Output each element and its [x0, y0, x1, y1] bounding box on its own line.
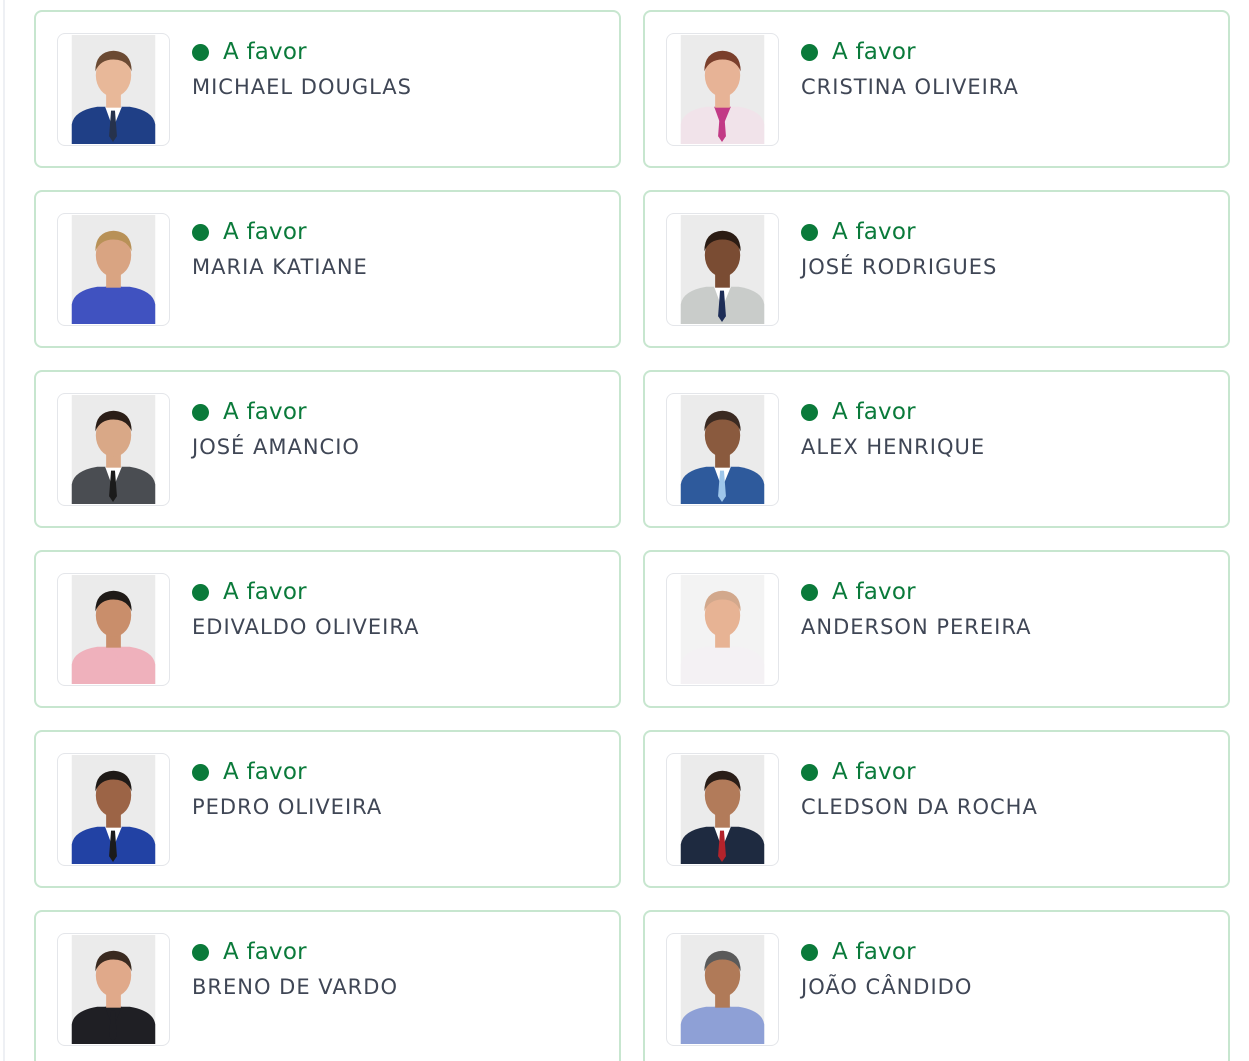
councillor-card[interactable]: A favor MICHAEL DOUGLAS [34, 10, 621, 168]
vote-status: A favor [801, 578, 916, 606]
councillor-card[interactable]: A favor CRISTINA OLIVEIRA [643, 10, 1230, 168]
portrait-avatar-icon [680, 394, 765, 505]
status-dot-icon [801, 43, 818, 61]
councillor-card[interactable]: A favor JOSÉ AMANCIO [34, 370, 621, 528]
status-dot-icon [801, 763, 818, 781]
vote-status: A favor [192, 38, 307, 66]
councillor-card[interactable]: A favor CLEDSON DA ROCHA [643, 730, 1230, 888]
councillor-card[interactable]: A favor ALEX HENRIQUE [643, 370, 1230, 528]
vote-status-label: A favor [832, 39, 916, 65]
councillor-name: CLEDSON DA ROCHA [801, 795, 1038, 819]
councillor-photo [666, 933, 779, 1046]
councillor-photo [57, 213, 170, 326]
portrait-avatar-icon [71, 934, 156, 1045]
portrait-avatar-icon [71, 754, 156, 865]
status-dot-icon [192, 763, 209, 781]
councillor-name: MARIA KATIANE [192, 255, 368, 279]
portrait-avatar-icon [680, 574, 765, 685]
vote-status: A favor [192, 758, 307, 786]
status-dot-icon [801, 403, 818, 421]
councillor-name: ALEX HENRIQUE [801, 435, 986, 459]
councillor-name: BRENO DE VARDO [192, 975, 398, 999]
councillor-name: CRISTINA OLIVEIRA [801, 75, 1019, 99]
status-dot-icon [192, 943, 209, 961]
portrait-avatar-icon [71, 574, 156, 685]
vote-status: A favor [801, 38, 916, 66]
vote-results-page: A favor MICHAEL DOUGLAS A favor CRISTINA OL… [0, 0, 1249, 1061]
left-divider [3, 0, 5, 1061]
councillor-vote-grid: A favor MICHAEL DOUGLAS A favor CRISTINA OL… [34, 10, 1230, 1061]
councillor-name: MICHAEL DOUGLAS [192, 75, 412, 99]
portrait-avatar-icon [680, 34, 765, 145]
vote-status-label: A favor [223, 939, 307, 965]
vote-status-label: A favor [223, 39, 307, 65]
councillor-card[interactable]: A favor JOÃO CÂNDIDO [643, 910, 1230, 1061]
councillor-name: JOSÉ RODRIGUES [801, 255, 998, 279]
councillor-photo [57, 933, 170, 1046]
councillor-card[interactable]: A favor ANDERSON PEREIRA [643, 550, 1230, 708]
vote-status-label: A favor [832, 219, 916, 245]
vote-status-label: A favor [832, 579, 916, 605]
councillor-card[interactable]: A favor BRENO DE VARDO [34, 910, 621, 1061]
councillor-photo [666, 393, 779, 506]
vote-status-label: A favor [832, 399, 916, 425]
vote-status: A favor [801, 398, 916, 426]
vote-status: A favor [192, 938, 307, 966]
status-dot-icon [192, 583, 209, 601]
councillor-name: JOSÉ AMANCIO [192, 435, 360, 459]
status-dot-icon [801, 223, 818, 241]
vote-status-label: A favor [832, 939, 916, 965]
councillor-name: PEDRO OLIVEIRA [192, 795, 383, 819]
vote-status: A favor [192, 578, 307, 606]
status-dot-icon [801, 943, 818, 961]
vote-status: A favor [192, 218, 307, 246]
councillor-photo [57, 33, 170, 146]
portrait-avatar-icon [680, 754, 765, 865]
status-dot-icon [192, 223, 209, 241]
councillor-photo [666, 213, 779, 326]
vote-status-label: A favor [223, 579, 307, 605]
councillor-photo [666, 33, 779, 146]
status-dot-icon [801, 583, 818, 601]
portrait-avatar-icon [680, 214, 765, 325]
portrait-avatar-icon [71, 394, 156, 505]
councillor-card[interactable]: A favor EDIVALDO OLIVEIRA [34, 550, 621, 708]
vote-status-label: A favor [223, 219, 307, 245]
councillor-photo [666, 753, 779, 866]
vote-status: A favor [801, 938, 916, 966]
vote-status-label: A favor [223, 759, 307, 785]
portrait-avatar-icon [680, 934, 765, 1045]
councillor-name: EDIVALDO OLIVEIRA [192, 615, 420, 639]
vote-status: A favor [801, 758, 916, 786]
councillor-card[interactable]: A favor JOSÉ RODRIGUES [643, 190, 1230, 348]
vote-status: A favor [192, 398, 307, 426]
vote-status: A favor [801, 218, 916, 246]
portrait-avatar-icon [71, 34, 156, 145]
status-dot-icon [192, 43, 209, 61]
vote-status-label: A favor [223, 399, 307, 425]
councillor-name: ANDERSON PEREIRA [801, 615, 1032, 639]
councillor-photo [57, 753, 170, 866]
councillor-name: JOÃO CÂNDIDO [801, 975, 973, 999]
councillor-photo [666, 573, 779, 686]
councillor-card[interactable]: A favor MARIA KATIANE [34, 190, 621, 348]
councillor-card[interactable]: A favor PEDRO OLIVEIRA [34, 730, 621, 888]
status-dot-icon [192, 403, 209, 421]
portrait-avatar-icon [71, 214, 156, 325]
councillor-photo [57, 393, 170, 506]
vote-status-label: A favor [832, 759, 916, 785]
councillor-photo [57, 573, 170, 686]
